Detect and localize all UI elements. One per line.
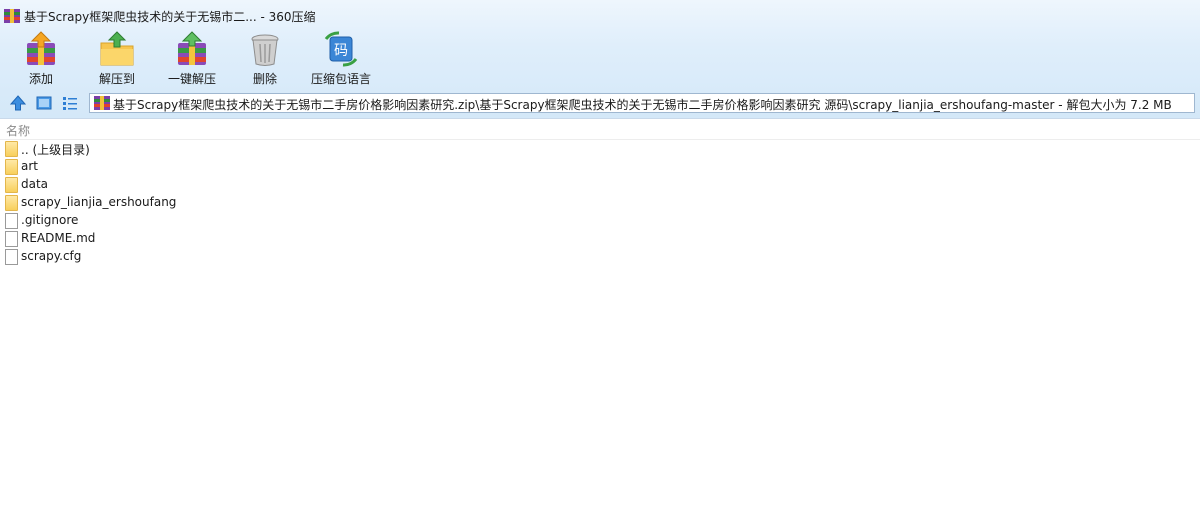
folder-icon xyxy=(5,159,18,175)
list-item-label: data xyxy=(21,177,49,191)
toolbar: 添加 解压到 一键解压 删除 码 压缩包语言 xyxy=(0,30,1200,90)
folder-icon xyxy=(5,177,18,193)
list-item-scrapy-lianjia-ershoufang[interactable]: scrapy_lianjia_ershoufang xyxy=(3,194,403,212)
list-item-label: scrapy.cfg xyxy=(21,249,82,263)
add-label: 添加 xyxy=(28,72,53,86)
add-archive-icon xyxy=(27,31,55,65)
list-item-readme[interactable]: README.md xyxy=(3,230,403,248)
archive-language-icon: 码 xyxy=(324,31,358,67)
file-icon xyxy=(5,249,18,265)
add-button[interactable]: 添加 xyxy=(14,30,68,88)
list-item-label: art xyxy=(21,159,38,173)
file-icon xyxy=(5,231,18,247)
archive-file-icon xyxy=(94,96,110,110)
extract-to-icon xyxy=(100,31,134,66)
archive-language-button[interactable]: 码 压缩包语言 xyxy=(308,30,374,88)
delete-label: 删除 xyxy=(252,72,277,86)
list-item-gitignore[interactable]: .gitignore xyxy=(3,212,403,230)
list-item-label: README.md xyxy=(21,231,96,245)
view-list-icon[interactable] xyxy=(61,94,79,112)
one-click-extract-label: 一键解压 xyxy=(167,72,216,86)
folder-icon xyxy=(5,195,18,211)
window-chrome: 基于Scrapy框架爬虫技术的关于无锡市二... - 360压缩 添加 解压到 xyxy=(0,0,1200,118)
title-bar: 基于Scrapy框架爬虫技术的关于无锡市二... - 360压缩 xyxy=(0,0,1200,30)
window-title: 基于Scrapy框架爬虫技术的关于无锡市二... - 360压缩 xyxy=(24,10,316,24)
folder-icon xyxy=(5,141,18,157)
delete-icon xyxy=(251,34,279,66)
list-item-label: scrapy_lianjia_ershoufang xyxy=(21,195,177,209)
archive-app-icon xyxy=(4,9,20,23)
archive-language-glyph: 码 xyxy=(334,43,348,59)
address-path: 基于Scrapy框架爬虫技术的关于无锡市二手房价格影响因素研究.zip\基于Sc… xyxy=(113,98,1172,112)
view-thumbnail-icon[interactable] xyxy=(35,94,53,112)
one-click-extract-button[interactable]: 一键解压 xyxy=(162,30,222,88)
list-item-art[interactable]: art xyxy=(3,158,403,176)
list-item-data[interactable]: data xyxy=(3,176,403,194)
navigation-bar: 基于Scrapy框架爬虫技术的关于无锡市二手房价格影响因素研究.zip\基于Sc… xyxy=(0,90,1200,117)
delete-button[interactable]: 删除 xyxy=(240,30,290,88)
list-item-label: .gitignore xyxy=(21,213,79,227)
file-icon xyxy=(5,213,18,229)
column-name-header[interactable]: 名称 xyxy=(6,122,30,139)
address-bar[interactable]: 基于Scrapy框架爬虫技术的关于无锡市二手房价格影响因素研究.zip\基于Sc… xyxy=(89,93,1195,113)
column-header: 名称 xyxy=(0,119,1200,140)
list-item-parent-dir[interactable]: .. (上级目录) xyxy=(3,140,403,158)
list-item-label: .. (上级目录) xyxy=(21,143,90,157)
file-list: 名称 .. (上级目录) art data scrapy_lianjia_ers… xyxy=(0,118,1200,524)
archive-language-label: 压缩包语言 xyxy=(310,72,371,86)
list-item-scrapy-cfg[interactable]: scrapy.cfg xyxy=(3,248,403,266)
one-click-extract-icon xyxy=(178,31,206,65)
extract-to-label: 解压到 xyxy=(98,72,135,86)
up-level-icon[interactable] xyxy=(9,94,27,112)
extract-to-button[interactable]: 解压到 xyxy=(90,30,144,88)
